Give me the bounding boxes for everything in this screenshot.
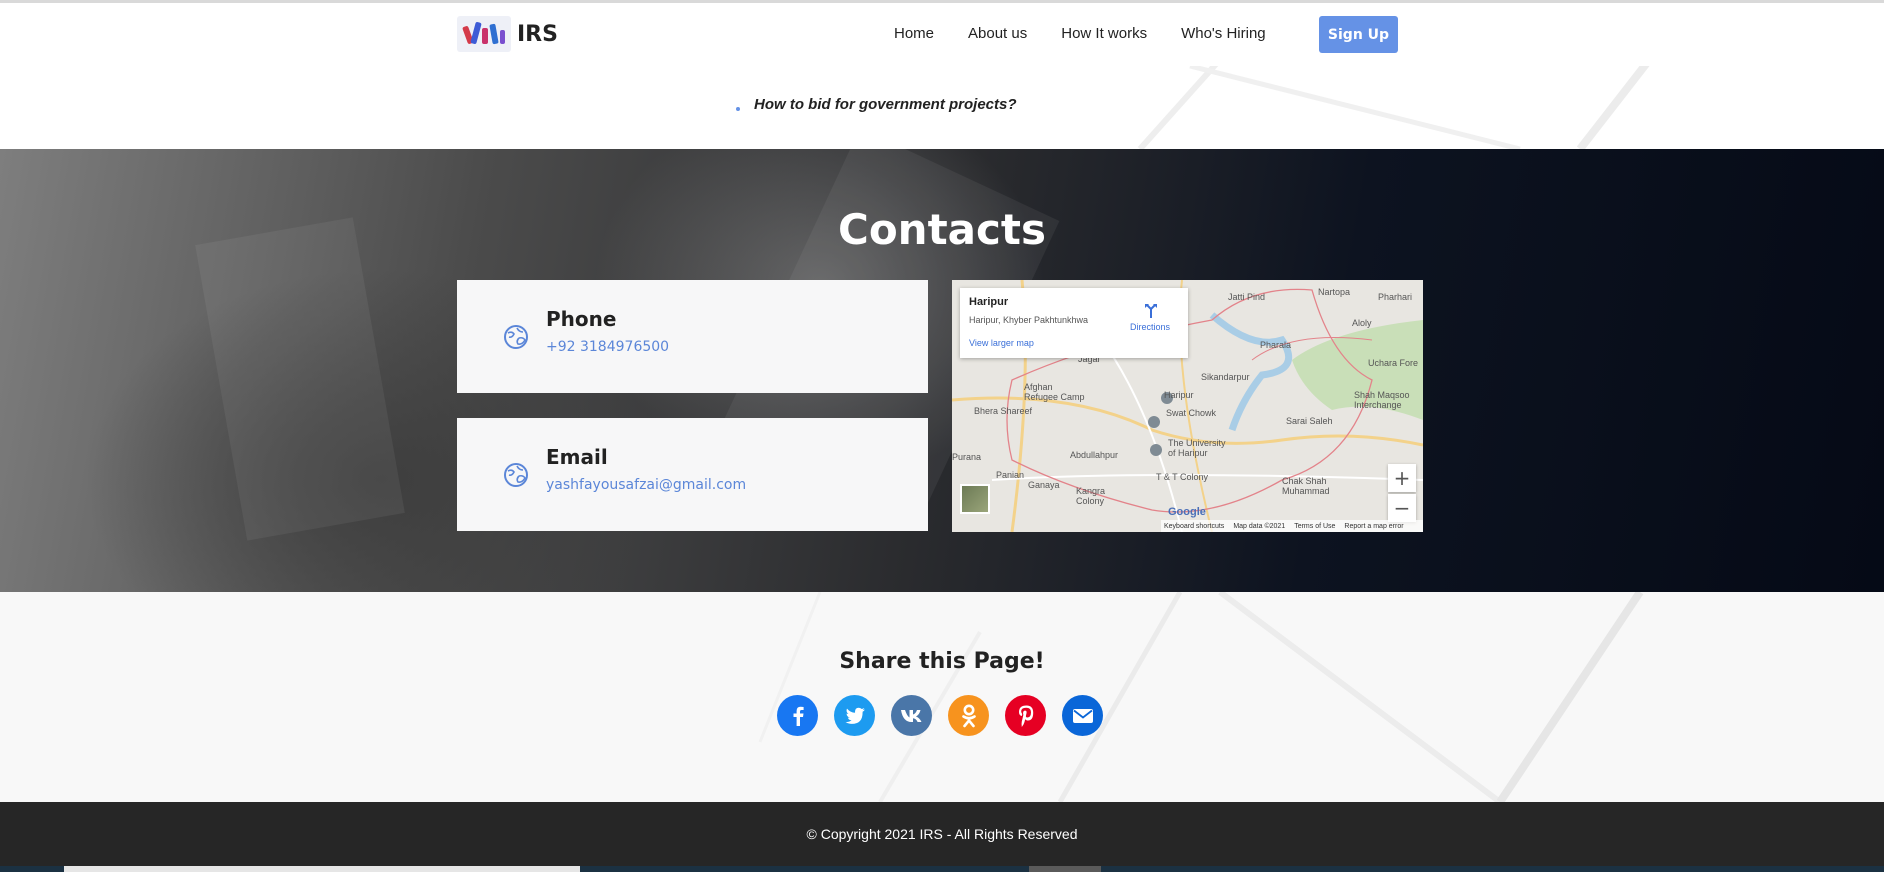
bullet-icon bbox=[736, 106, 740, 111]
nav-about-us[interactable]: About us bbox=[968, 25, 1027, 42]
map-label-sikandarpur: Sikandarpur bbox=[1201, 372, 1250, 382]
map-label-uchara-fore: Uchara Fore bbox=[1368, 358, 1419, 368]
logo-text: IRS bbox=[517, 21, 558, 47]
contacts-title: Contacts bbox=[838, 205, 1046, 254]
nav-whos-hiring[interactable]: Who's Hiring bbox=[1181, 25, 1266, 42]
map-satellite-toggle[interactable] bbox=[960, 484, 990, 514]
nav-home[interactable]: Home bbox=[894, 25, 934, 42]
site-footer: © Copyright 2021 IRS - All Rights Reserv… bbox=[0, 802, 1884, 872]
map-label-aloly: Aloly bbox=[1352, 318, 1372, 328]
share-facebook-button[interactable] bbox=[777, 695, 818, 736]
map-label-jatti-pind: Jatti Pind bbox=[1228, 292, 1266, 302]
map-label-abdullahpur: Abdullahpur bbox=[1070, 450, 1119, 460]
map-label-university: The University of Haripur bbox=[1168, 438, 1226, 458]
pinterest-icon bbox=[1018, 705, 1033, 727]
map-label-afghan-refugee-camp: Afghan Refugee Camp bbox=[1024, 382, 1085, 402]
facebook-icon bbox=[793, 706, 804, 726]
map-label-panian: Panian bbox=[996, 470, 1025, 480]
contacts-section: Contacts Phone +92 3184976500 Email yash… bbox=[0, 149, 1884, 592]
faq-question: How to bid for government projects? bbox=[754, 96, 1017, 113]
google-logo: Google bbox=[1168, 506, 1206, 518]
mail-icon bbox=[1072, 708, 1093, 723]
share-pinterest-button[interactable] bbox=[1005, 695, 1046, 736]
email-card: Email yashfayousafzai@gmail.com bbox=[457, 418, 928, 531]
report-map-error-link[interactable]: Report a map error bbox=[1344, 523, 1403, 530]
globe-icon bbox=[503, 462, 529, 492]
map-label-swat-chowk: Swat Chowk bbox=[1166, 408, 1217, 418]
map-info-popup: Haripur Haripur, Khyber Pakhtunkhwa View… bbox=[960, 288, 1188, 358]
share-twitter-button[interactable] bbox=[834, 695, 875, 736]
map-place-name: Haripur bbox=[969, 296, 1009, 308]
map-place-address: Haripur, Khyber Pakhtunkhwa bbox=[969, 315, 1089, 325]
map-label-nartopa: Nartopa bbox=[1318, 287, 1351, 297]
map-label-haripur: Haripur bbox=[1164, 390, 1194, 400]
view-larger-map-link[interactable]: View larger map bbox=[969, 338, 1034, 348]
odnoklassniki-icon bbox=[961, 704, 976, 727]
twitter-icon bbox=[845, 707, 865, 724]
faq-item[interactable]: How to bid for government projects? bbox=[736, 96, 1017, 113]
scrollbar-marker bbox=[1029, 866, 1101, 872]
map-label-pharala: Pharala bbox=[1260, 340, 1292, 350]
keyboard-shortcuts-link[interactable]: Keyboard shortcuts bbox=[1164, 523, 1224, 530]
google-map[interactable]: Jatti Pind Nartopa Pharhari Aloly Uchara… bbox=[952, 280, 1423, 532]
share-odnoklassniki-button[interactable] bbox=[948, 695, 989, 736]
nav-how-it-works[interactable]: How It works bbox=[1061, 25, 1147, 42]
phone-card: Phone +92 3184976500 bbox=[457, 280, 928, 393]
share-title: Share this Page! bbox=[839, 649, 1045, 674]
horizontal-scrollbar-thumb[interactable] bbox=[64, 866, 580, 872]
map-zoom-out-button[interactable]: − bbox=[1388, 494, 1416, 522]
sign-up-button[interactable]: Sign Up bbox=[1319, 16, 1398, 53]
site-header: IRS Home About us How It works Who's Hir… bbox=[0, 3, 1884, 66]
map-label-sarai-saleh: Sarai Saleh bbox=[1286, 416, 1333, 426]
map-label-ganaya: Ganaya bbox=[1028, 480, 1060, 490]
copyright-text: © Copyright 2021 IRS - All Rights Reserv… bbox=[806, 826, 1078, 842]
map-label-chak-shah: Chak Shah Muhammad bbox=[1282, 476, 1330, 496]
terms-of-use-link[interactable]: Terms of Use bbox=[1294, 523, 1335, 530]
map-label-t-t-colony: T & T Colony bbox=[1156, 472, 1209, 482]
directions-link[interactable]: Directions bbox=[1130, 322, 1170, 332]
globe-icon bbox=[503, 324, 529, 354]
share-section: Share this Page! bbox=[0, 592, 1884, 802]
faq-section: How to bid for government projects? bbox=[0, 66, 1884, 149]
logo[interactable]: IRS bbox=[457, 16, 558, 52]
social-share-buttons bbox=[777, 695, 1119, 736]
map-label-purana: Purana bbox=[952, 452, 982, 462]
share-vk-button[interactable] bbox=[891, 695, 932, 736]
main-nav: Home About us How It works Who's Hiring bbox=[894, 25, 1300, 42]
vk-icon bbox=[900, 709, 921, 722]
email-label: Email bbox=[546, 445, 608, 469]
map-data-text: Map data ©2021 bbox=[1233, 522, 1286, 530]
map-zoom-in-button[interactable]: + bbox=[1388, 464, 1416, 492]
map-label-bhera-shareef: Bhera Shareef bbox=[974, 406, 1033, 416]
map-label-pharhari: Pharhari bbox=[1378, 292, 1413, 302]
share-email-button[interactable] bbox=[1062, 695, 1103, 736]
logo-image bbox=[457, 16, 511, 52]
map-label-kangra: Kangra Colony bbox=[1076, 486, 1106, 506]
map-footer: Keyboard shortcuts Map data ©2021 Terms … bbox=[1161, 520, 1423, 532]
map-label-shah-maqsood: Shah Maqsoo Interchange bbox=[1354, 390, 1410, 410]
phone-value[interactable]: +92 3184976500 bbox=[546, 339, 669, 355]
phone-label: Phone bbox=[546, 307, 617, 331]
email-value[interactable]: yashfayousafzai@gmail.com bbox=[546, 477, 746, 493]
